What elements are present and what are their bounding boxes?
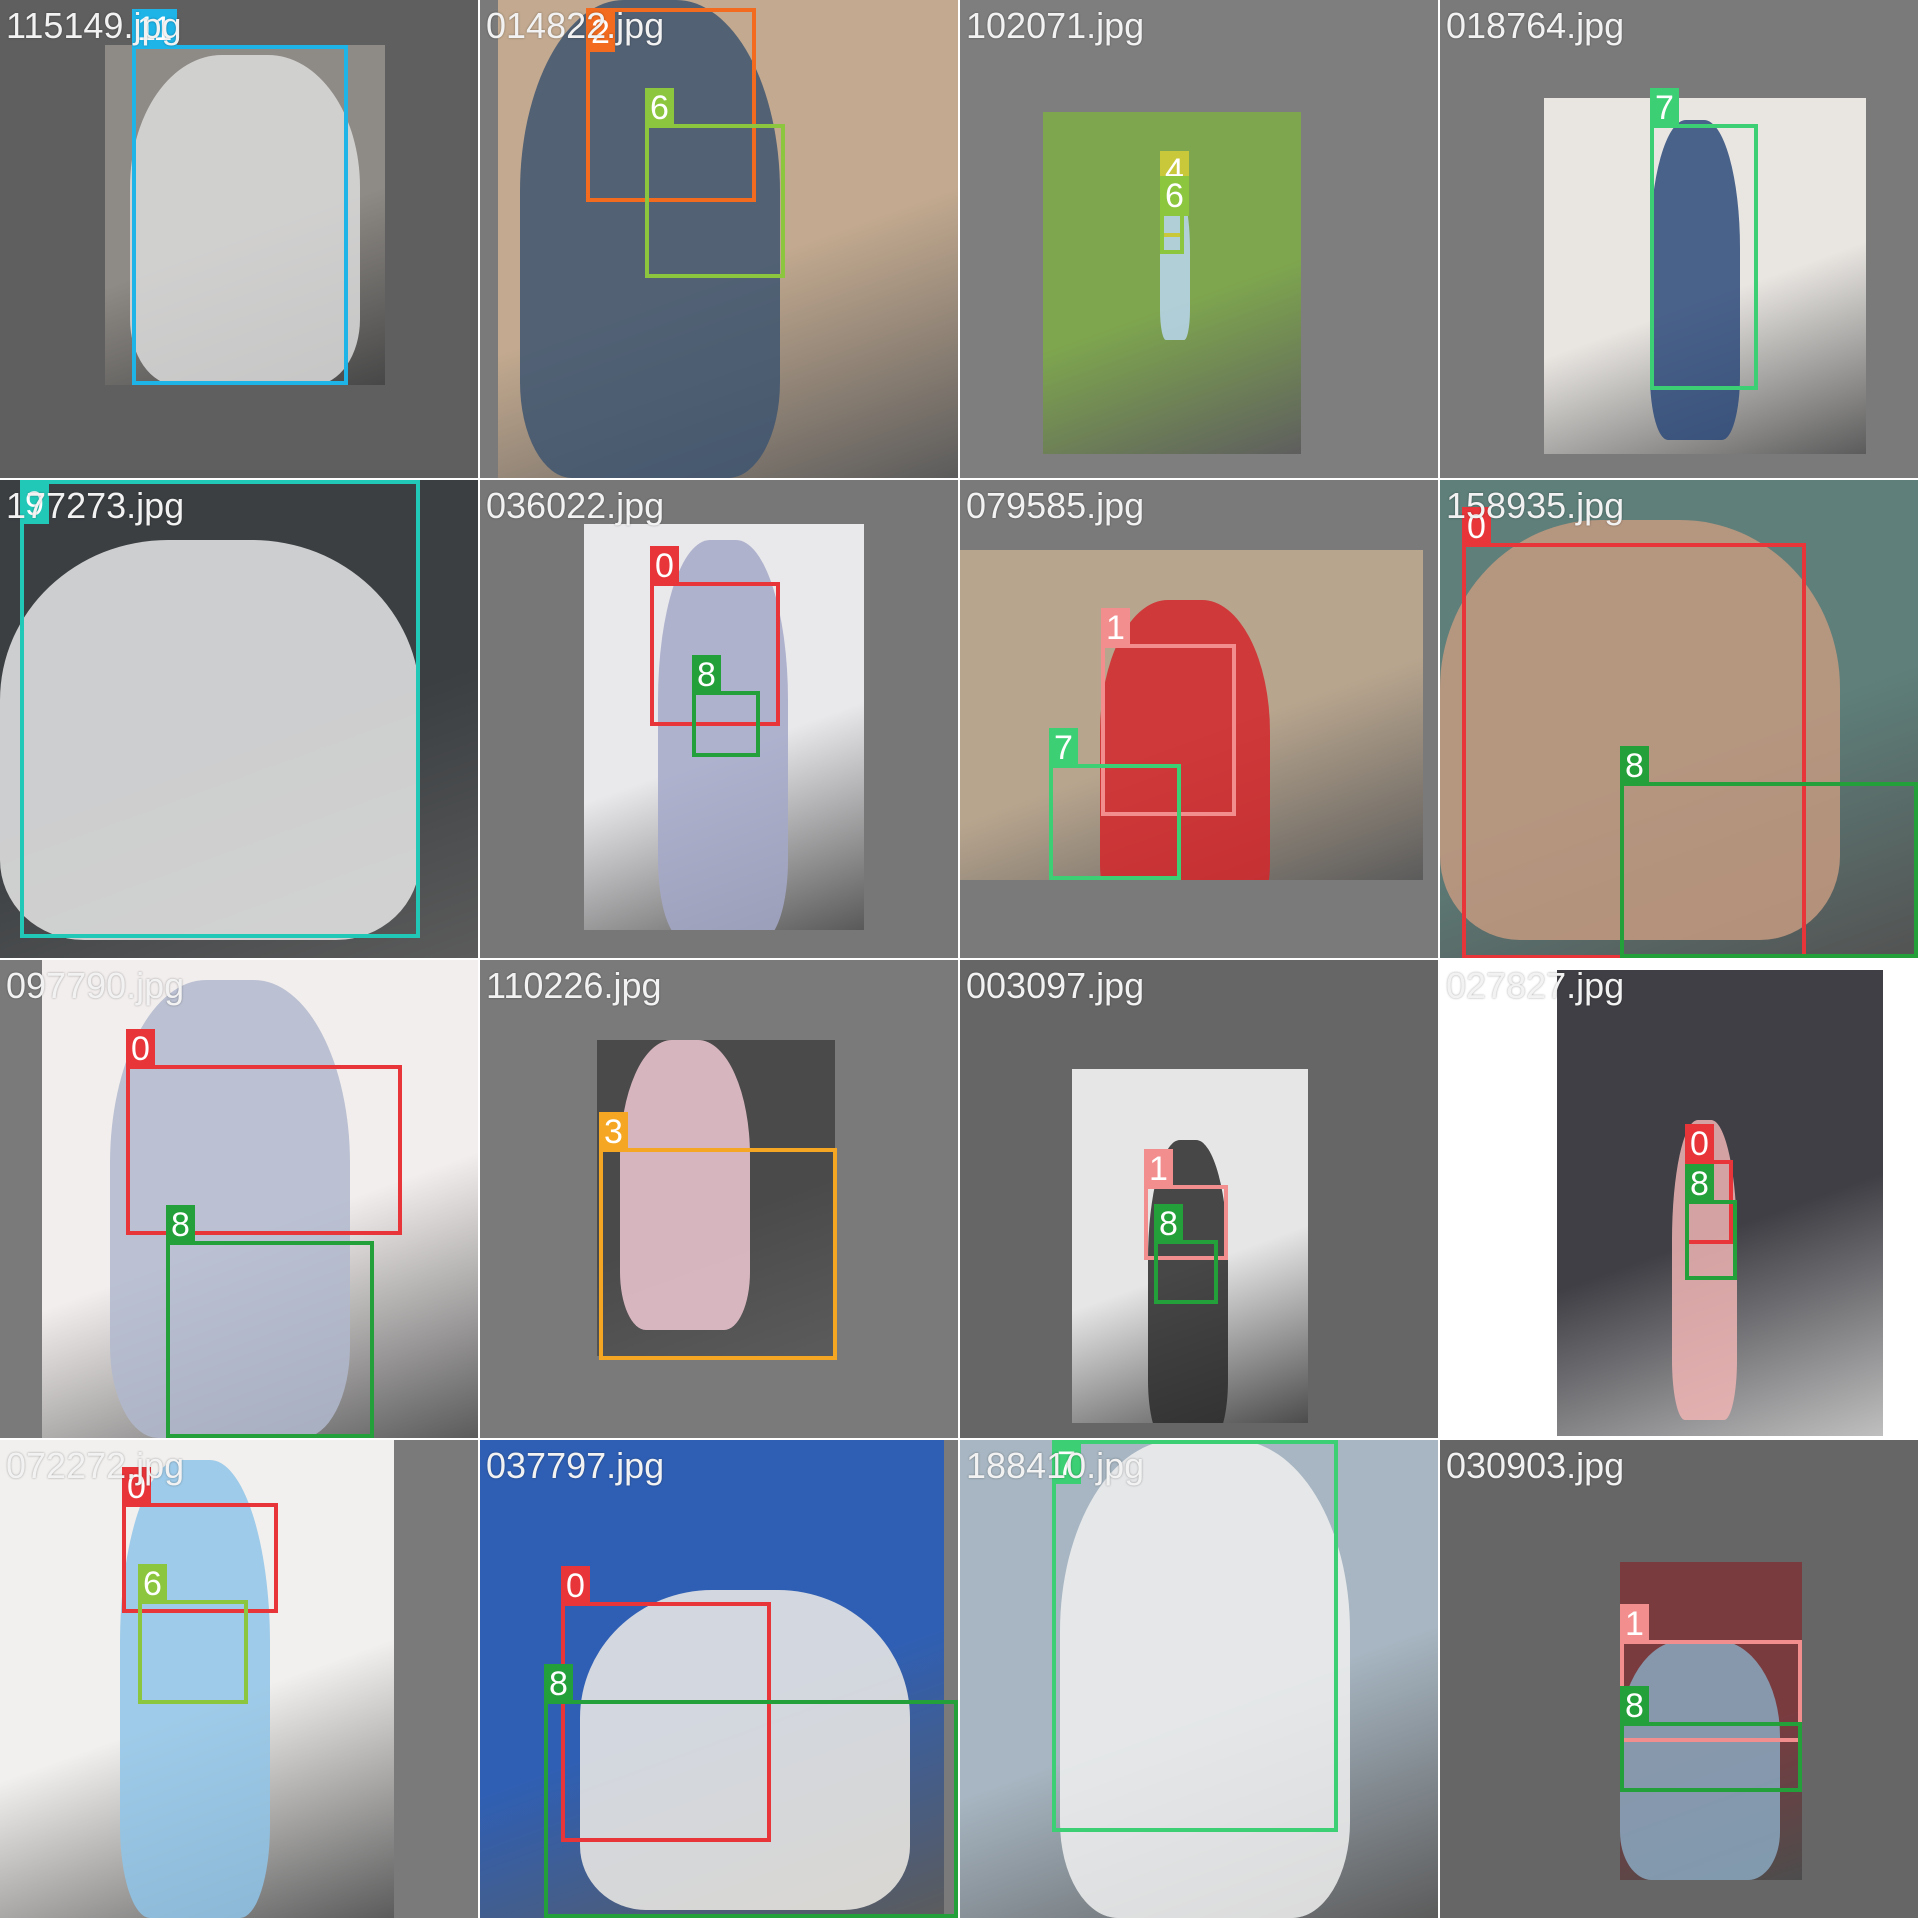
image-filename: 027827.jpg [1446,965,1625,1006]
bounding-box: 8 [544,1664,958,1918]
class-label: 1 [1101,608,1130,648]
class-label: 0 [1685,1124,1714,1164]
detection-tile: 158935.jpg 0 8 [1440,480,1918,958]
image-filename: 102071.jpg [966,5,1145,46]
image-filename: 037797.jpg [486,1445,665,1486]
detection-tile: 188410.jpg 7 [960,1440,1438,1918]
detection-tile: 003097.jpg 1 8 [960,960,1438,1438]
class-label: 0 [561,1566,590,1606]
detection-tile: 030903.jpg 1 8 [1440,1440,1918,1918]
image-filename: 014822.jpg [486,5,665,46]
bounding-box: 9 [20,480,420,938]
class-label: 8 [1685,1164,1714,1204]
class-label: 8 [544,1664,573,1704]
detection-tile: 072272.jpg 0 6 [0,1440,478,1918]
class-label: 8 [1620,1686,1649,1726]
bounding-box: 7 [1650,88,1758,390]
bounding-box: 7 [1052,1440,1338,1832]
image-filename: 036022.jpg [486,485,665,526]
class-label: 6 [1160,176,1189,216]
image-filename: 030903.jpg [1446,1445,1625,1486]
image-filename: 079585.jpg [966,485,1145,526]
bounding-box: 8 [1620,1686,1802,1792]
detection-tile: 097790.jpg 0 8 [0,960,478,1438]
image-filename: 177273.jpg [6,485,185,526]
class-label: 3 [599,1112,628,1152]
image-filename: 188410.jpg [966,1445,1145,1486]
bounding-box: 6 [645,88,785,278]
detection-tile: 110226.jpg 3 [480,960,958,1438]
bounding-box: 7 [1049,728,1181,880]
image-filename: 110226.jpg [486,965,662,1006]
class-label: 8 [692,655,721,695]
class-label: 8 [1620,746,1649,786]
bounding-box: 8 [692,655,760,757]
class-label: 8 [166,1205,195,1245]
class-label: 8 [1154,1204,1183,1244]
detection-grid: 115149.jpg 11 014822.jpg 2 6 102071.jpg 4 6 0187… [0,0,1920,1920]
class-label: 1 [1144,1149,1173,1189]
detection-tile: 115149.jpg 11 [0,0,478,478]
class-label: 6 [138,1564,167,1604]
bounding-box: 8 [1154,1204,1218,1304]
detection-tile: 014822.jpg 2 6 [480,0,958,478]
image-filename: 003097.jpg [966,965,1145,1006]
class-label: 6 [645,88,674,128]
bounding-box: 11 [132,9,348,385]
detection-tile: 018764.jpg 7 [1440,0,1918,478]
image-filename: 158935.jpg [1446,485,1625,526]
detection-tile: 027827.jpg 0 8 [1440,960,1918,1438]
bounding-box: 8 [1685,1164,1737,1280]
image-filename: 115149.jpg [6,5,182,46]
image-filename: 018764.jpg [1446,5,1625,46]
image-filename: 072272.jpg [6,1445,185,1486]
image-filename: 097790.jpg [6,965,185,1006]
detection-tile: 036022.jpg 0 8 [480,480,958,958]
detection-tile: 037797.jpg 0 8 [480,1440,958,1918]
bounding-box: 3 [599,1112,837,1360]
class-label: 0 [650,546,679,586]
bounding-box: 6 [1160,176,1189,254]
detection-tile: 079585.jpg 1 7 [960,480,1438,958]
detection-tile: 102071.jpg 4 6 [960,0,1438,478]
class-label: 0 [126,1029,155,1069]
class-label: 7 [1049,728,1078,768]
bounding-box: 6 [138,1564,248,1704]
detection-tile: 177273.jpg 9 [0,480,478,958]
class-label: 7 [1650,88,1679,128]
bounding-box: 8 [166,1205,374,1438]
class-label: 1 [1620,1604,1649,1644]
bounding-box: 8 [1620,746,1918,958]
